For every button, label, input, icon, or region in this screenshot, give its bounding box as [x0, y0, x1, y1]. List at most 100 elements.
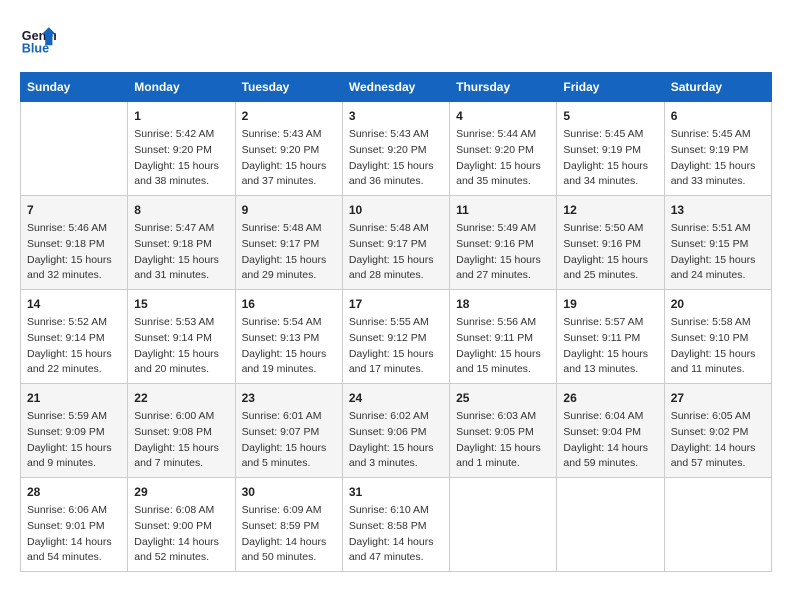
- day-cell: 10 Sunrise: 5:48 AM Sunset: 9:17 PM Dayli…: [342, 196, 449, 290]
- day-cell: 24 Sunrise: 6:02 AM Sunset: 9:06 PM Dayli…: [342, 384, 449, 478]
- day-info: Sunrise: 6:00 AM Sunset: 9:08 PM Dayligh…: [134, 409, 228, 472]
- col-header-tuesday: Tuesday: [235, 73, 342, 102]
- day-info: Sunrise: 5:46 AM Sunset: 9:18 PM Dayligh…: [27, 221, 121, 284]
- day-info: Sunrise: 6:09 AM Sunset: 8:59 PM Dayligh…: [242, 503, 336, 566]
- day-cell: 8Sunrise: 5:47 AM Sunset: 9:18 PM Daylig…: [128, 196, 235, 290]
- day-cell: 28 Sunrise: 6:06 AM Sunset: 9:01 PM Dayli…: [21, 478, 128, 572]
- day-info: Sunrise: 5:43 AM Sunset: 9:20 PM Dayligh…: [349, 127, 443, 190]
- day-number: 7: [27, 201, 121, 219]
- day-number: 5: [563, 107, 657, 125]
- day-info: Sunrise: 5:47 AM Sunset: 9:18 PM Dayligh…: [134, 221, 228, 284]
- day-info: Sunrise: 6:01 AM Sunset: 9:07 PM Dayligh…: [242, 409, 336, 472]
- day-cell: 23Sunrise: 6:01 AM Sunset: 9:07 PM Dayli…: [235, 384, 342, 478]
- col-header-friday: Friday: [557, 73, 664, 102]
- day-info: Sunrise: 5:48 AM Sunset: 9:17 PM Dayligh…: [349, 221, 443, 284]
- day-number: 15: [134, 295, 228, 313]
- day-number: 4: [456, 107, 550, 125]
- week-row-1: 1 Sunrise: 5:42 AM Sunset: 9:20 PM Daylig…: [21, 102, 772, 196]
- svg-text:Blue: Blue: [22, 41, 49, 55]
- day-cell: 17 Sunrise: 5:55 AM Sunset: 9:12 PM Dayli…: [342, 290, 449, 384]
- week-row-2: 7 Sunrise: 5:46 AM Sunset: 9:18 PM Daylig…: [21, 196, 772, 290]
- day-info: Sunrise: 5:55 AM Sunset: 9:12 PM Dayligh…: [349, 315, 443, 378]
- col-header-monday: Monday: [128, 73, 235, 102]
- day-info: Sunrise: 5:53 AM Sunset: 9:14 PM Dayligh…: [134, 315, 228, 378]
- col-header-sunday: Sunday: [21, 73, 128, 102]
- day-info: Sunrise: 5:51 AM Sunset: 9:15 PM Dayligh…: [671, 221, 765, 284]
- day-number: 17: [349, 295, 443, 313]
- day-info: Sunrise: 5:43 AM Sunset: 9:20 PM Dayligh…: [242, 127, 336, 190]
- header: General Blue: [20, 20, 772, 56]
- day-cell: 19 Sunrise: 5:57 AM Sunset: 9:11 PM Dayli…: [557, 290, 664, 384]
- day-info: Sunrise: 5:52 AM Sunset: 9:14 PM Dayligh…: [27, 315, 121, 378]
- day-number: 21: [27, 389, 121, 407]
- day-cell: 25Sunrise: 6:03 AM Sunset: 9:05 PM Dayli…: [450, 384, 557, 478]
- day-cell: [450, 478, 557, 572]
- logo-icon: General Blue: [20, 20, 56, 56]
- day-info: Sunrise: 5:59 AM Sunset: 9:09 PM Dayligh…: [27, 409, 121, 472]
- day-info: Sunrise: 5:57 AM Sunset: 9:11 PM Dayligh…: [563, 315, 657, 378]
- day-cell: 18Sunrise: 5:56 AM Sunset: 9:11 PM Dayli…: [450, 290, 557, 384]
- day-number: 31: [349, 483, 443, 501]
- day-number: 9: [242, 201, 336, 219]
- day-info: Sunrise: 6:05 AM Sunset: 9:02 PM Dayligh…: [671, 409, 765, 472]
- day-number: 14: [27, 295, 121, 313]
- day-info: Sunrise: 6:03 AM Sunset: 9:05 PM Dayligh…: [456, 409, 550, 472]
- day-number: 20: [671, 295, 765, 313]
- day-number: 3: [349, 107, 443, 125]
- day-number: 10: [349, 201, 443, 219]
- day-number: 28: [27, 483, 121, 501]
- day-number: 27: [671, 389, 765, 407]
- day-number: 1: [134, 107, 228, 125]
- col-header-thursday: Thursday: [450, 73, 557, 102]
- col-header-saturday: Saturday: [664, 73, 771, 102]
- day-cell: 29 Sunrise: 6:08 AM Sunset: 9:00 PM Dayli…: [128, 478, 235, 572]
- day-info: Sunrise: 5:48 AM Sunset: 9:17 PM Dayligh…: [242, 221, 336, 284]
- day-cell: [664, 478, 771, 572]
- day-cell: 21 Sunrise: 5:59 AM Sunset: 9:09 PM Dayli…: [21, 384, 128, 478]
- day-cell: 2 Sunrise: 5:43 AM Sunset: 9:20 PM Daylig…: [235, 102, 342, 196]
- day-cell: 11 Sunrise: 5:49 AM Sunset: 9:16 PM Dayli…: [450, 196, 557, 290]
- day-info: Sunrise: 5:54 AM Sunset: 9:13 PM Dayligh…: [242, 315, 336, 378]
- day-cell: 22 Sunrise: 6:00 AM Sunset: 9:08 PM Dayli…: [128, 384, 235, 478]
- day-cell: [21, 102, 128, 196]
- col-header-wednesday: Wednesday: [342, 73, 449, 102]
- day-cell: 27 Sunrise: 6:05 AM Sunset: 9:02 PM Dayli…: [664, 384, 771, 478]
- day-number: 6: [671, 107, 765, 125]
- day-cell: 30Sunrise: 6:09 AM Sunset: 8:59 PM Dayli…: [235, 478, 342, 572]
- day-number: 16: [242, 295, 336, 313]
- day-number: 18: [456, 295, 550, 313]
- day-number: 2: [242, 107, 336, 125]
- day-number: 22: [134, 389, 228, 407]
- day-cell: 20 Sunrise: 5:58 AM Sunset: 9:10 PM Dayli…: [664, 290, 771, 384]
- calendar-table: SundayMondayTuesdayWednesdayThursdayFrid…: [20, 72, 772, 572]
- day-cell: 16 Sunrise: 5:54 AM Sunset: 9:13 PM Dayli…: [235, 290, 342, 384]
- week-row-5: 28 Sunrise: 6:06 AM Sunset: 9:01 PM Dayli…: [21, 478, 772, 572]
- day-info: Sunrise: 6:02 AM Sunset: 9:06 PM Dayligh…: [349, 409, 443, 472]
- logo: General Blue: [20, 20, 60, 56]
- day-info: Sunrise: 5:50 AM Sunset: 9:16 PM Dayligh…: [563, 221, 657, 284]
- day-cell: 13Sunrise: 5:51 AM Sunset: 9:15 PM Dayli…: [664, 196, 771, 290]
- day-number: 24: [349, 389, 443, 407]
- day-cell: 15 Sunrise: 5:53 AM Sunset: 9:14 PM Dayli…: [128, 290, 235, 384]
- day-cell: [557, 478, 664, 572]
- day-info: Sunrise: 5:42 AM Sunset: 9:20 PM Dayligh…: [134, 127, 228, 190]
- day-cell: 1 Sunrise: 5:42 AM Sunset: 9:20 PM Daylig…: [128, 102, 235, 196]
- week-row-4: 21 Sunrise: 5:59 AM Sunset: 9:09 PM Dayli…: [21, 384, 772, 478]
- day-info: Sunrise: 5:44 AM Sunset: 9:20 PM Dayligh…: [456, 127, 550, 190]
- day-number: 11: [456, 201, 550, 219]
- day-cell: 5 Sunrise: 5:45 AM Sunset: 9:19 PM Daylig…: [557, 102, 664, 196]
- day-info: Sunrise: 6:06 AM Sunset: 9:01 PM Dayligh…: [27, 503, 121, 566]
- day-cell: 6Sunrise: 5:45 AM Sunset: 9:19 PM Daylig…: [664, 102, 771, 196]
- day-info: Sunrise: 5:58 AM Sunset: 9:10 PM Dayligh…: [671, 315, 765, 378]
- day-number: 19: [563, 295, 657, 313]
- header-row: SundayMondayTuesdayWednesdayThursdayFrid…: [21, 73, 772, 102]
- day-number: 29: [134, 483, 228, 501]
- day-info: Sunrise: 5:45 AM Sunset: 9:19 PM Dayligh…: [563, 127, 657, 190]
- day-cell: 31 Sunrise: 6:10 AM Sunset: 8:58 PM Dayli…: [342, 478, 449, 572]
- day-info: Sunrise: 5:49 AM Sunset: 9:16 PM Dayligh…: [456, 221, 550, 284]
- day-cell: 7 Sunrise: 5:46 AM Sunset: 9:18 PM Daylig…: [21, 196, 128, 290]
- day-info: Sunrise: 6:08 AM Sunset: 9:00 PM Dayligh…: [134, 503, 228, 566]
- day-number: 12: [563, 201, 657, 219]
- day-info: Sunrise: 6:10 AM Sunset: 8:58 PM Dayligh…: [349, 503, 443, 566]
- day-cell: 9 Sunrise: 5:48 AM Sunset: 9:17 PM Daylig…: [235, 196, 342, 290]
